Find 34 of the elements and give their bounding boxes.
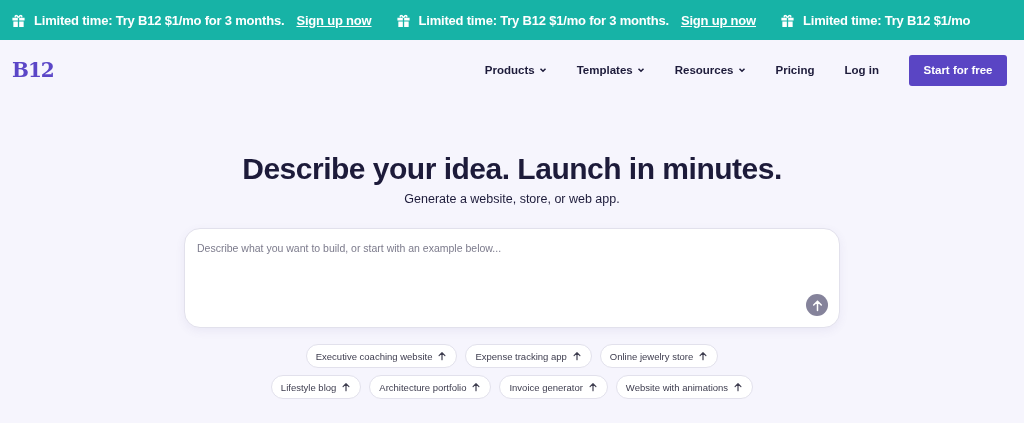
arrow-up-icon xyxy=(810,298,824,312)
nav-link[interactable]: Resources xyxy=(674,64,746,76)
hero-title: Describe your idea. Launch in minutes. xyxy=(242,152,782,186)
arrow-up-icon xyxy=(733,382,744,392)
example-chip[interactable]: Executive coaching website xyxy=(305,344,458,368)
example-chip[interactable]: Architecture portfolio xyxy=(369,375,492,399)
arrow-up-icon xyxy=(698,351,709,361)
promo-text: Limited time: Try B12 $1/mo xyxy=(803,12,971,28)
chevron-down-icon xyxy=(737,66,746,74)
arrow-up-icon xyxy=(587,382,598,392)
hero-subtitle: Generate a website, store, or web app. xyxy=(404,192,620,206)
example-chip[interactable]: Invoice generator xyxy=(499,375,608,399)
promo-text: Limited time: Try B12 $1/mo for 3 months. xyxy=(34,12,285,28)
example-chip[interactable]: Website with animations xyxy=(615,375,754,399)
example-chip[interactable]: Lifestyle blog xyxy=(270,375,362,399)
example-chip[interactable]: Expense tracking app xyxy=(465,344,592,368)
gift-icon xyxy=(11,12,26,28)
nav-link[interactable]: Products xyxy=(484,64,547,76)
arrow-up-icon xyxy=(571,351,582,361)
prompt-field[interactable]: Describe what you want to build, or start with an example below... xyxy=(184,228,840,328)
chevron-down-icon xyxy=(636,66,645,74)
chevron-down-icon xyxy=(538,66,547,74)
nav-link[interactable]: Templates xyxy=(576,64,645,76)
gift-icon xyxy=(780,12,795,28)
gift-icon xyxy=(395,12,411,28)
nav-link[interactable]: Pricing xyxy=(775,64,815,76)
example-chip[interactable]: Online jewelry store xyxy=(599,344,719,368)
start-button[interactable]: Start for free xyxy=(909,54,1007,86)
arrow-up-icon xyxy=(437,351,448,361)
arrow-up-icon xyxy=(471,382,482,392)
arrow-up-icon xyxy=(341,382,352,392)
nav-link[interactable]: Log in xyxy=(844,64,879,76)
promo-text: Limited time: Try B12 $1/mo for 3 months. xyxy=(418,12,669,28)
logo[interactable]: B12 xyxy=(12,58,54,82)
